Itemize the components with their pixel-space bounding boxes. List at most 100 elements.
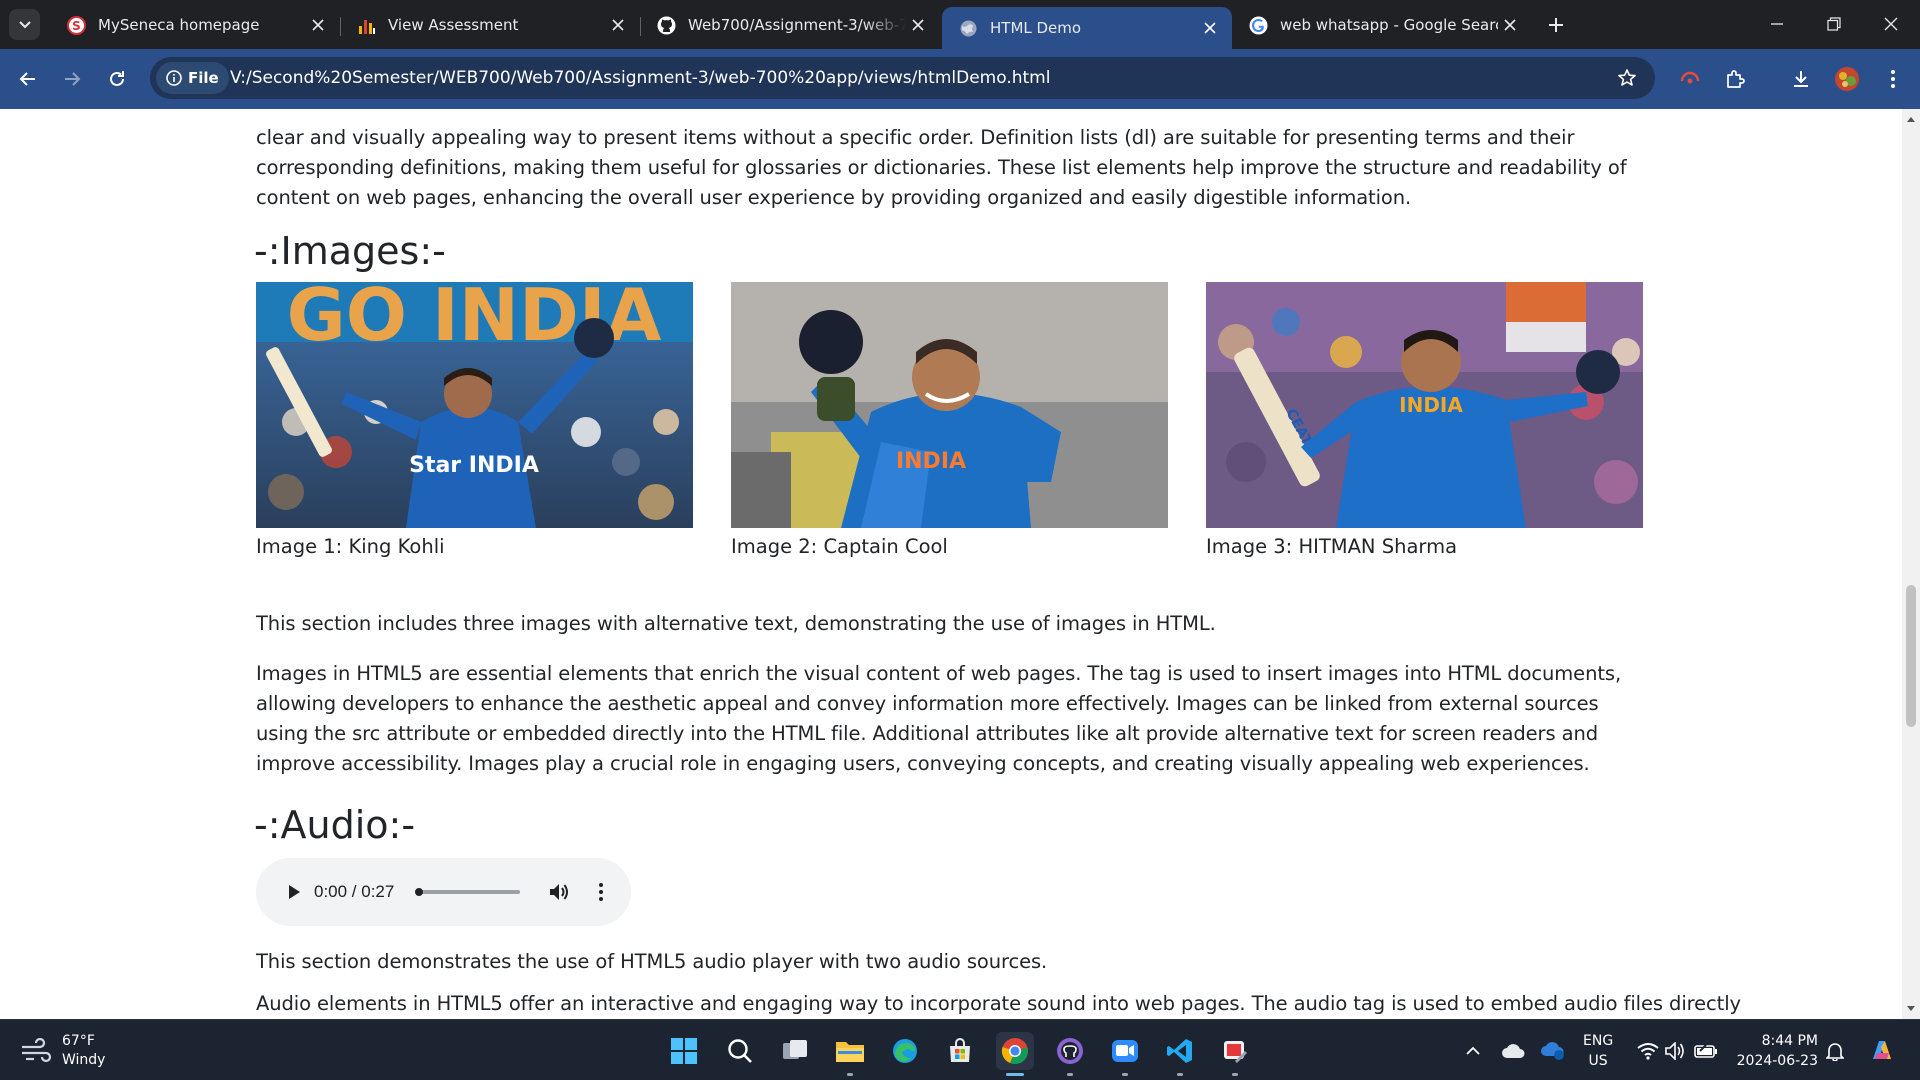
notifications-bell-icon[interactable]	[1822, 1038, 1848, 1064]
weather-temp: 67°F	[62, 1033, 95, 1049]
address-bar[interactable]: File V:/Second%20Semester/WEB700/Web700/…	[150, 57, 1655, 99]
edge-icon[interactable]	[886, 1032, 924, 1070]
chrome-icon[interactable]	[996, 1032, 1034, 1076]
input-language[interactable]: ENG US	[1583, 1031, 1613, 1071]
wifi-icon[interactable]	[1635, 1038, 1661, 1064]
lists-description-paragraph: clear and visually appealing way to pres…	[256, 109, 1646, 243]
images-intro-paragraph: This section includes three images with …	[256, 612, 1216, 635]
more-vertical-icon	[1891, 70, 1895, 88]
running-indicator	[1177, 1073, 1183, 1076]
file-explorer-icon[interactable]	[831, 1032, 869, 1076]
close-window-button[interactable]	[1877, 10, 1905, 38]
windows-taskbar: 67°F Windy ENG US 8:44 PM 2024-06-23	[0, 1019, 1920, 1080]
running-indicator	[1122, 1073, 1128, 1076]
zoom-icon[interactable]	[1106, 1032, 1144, 1076]
weather-widget[interactable]: 67°F Windy	[20, 1032, 105, 1070]
battery-icon[interactable]	[1693, 1038, 1719, 1064]
scroll-down-arrow-icon[interactable]	[1906, 1004, 1916, 1014]
seneca-icon: S	[67, 15, 86, 35]
audio-intro-paragraph: This section demonstrates the use of HTM…	[256, 950, 1048, 973]
audio-progress-slider[interactable]	[415, 888, 520, 896]
tab-github-assignment[interactable]: Web700/Assignment-3/web-700	[640, 8, 940, 42]
copilot-icon[interactable]	[1866, 1034, 1898, 1066]
scrollbar-thumb[interactable]	[1906, 585, 1916, 727]
onedrive-sync-icon[interactable]	[1540, 1038, 1566, 1064]
tab-search-button[interactable]	[9, 9, 40, 40]
jersey-text: Star INDIA	[409, 453, 539, 478]
audio-body-paragraph: Audio elements in HTML5 offer an interac…	[256, 992, 1741, 1015]
back-button[interactable]	[12, 63, 44, 95]
image-caption-3: Image 3: HITMAN Sharma	[1206, 535, 1458, 558]
image-figure-3: CEAT INDIA Image 3: HITMAN Sharma	[1206, 282, 1643, 562]
forward-button[interactable]	[56, 63, 88, 95]
audio-player[interactable]: 0:00 / 0:27	[256, 858, 631, 926]
tab-title: Web700/Assignment-3/web-700	[688, 16, 906, 34]
new-tab-button[interactable]	[1543, 12, 1568, 37]
bookmark-star-icon[interactable]	[1613, 64, 1641, 92]
tab-myseneca[interactable]: S MySeneca homepage	[50, 8, 340, 42]
audio-heading: -:Audio:-	[254, 803, 416, 847]
browser-toolbar: File V:/Second%20Semester/WEB700/Web700/…	[0, 49, 1920, 109]
image-figure-2: INDIA Image 2: Captain Cool	[731, 282, 1168, 562]
github-desktop-icon[interactable]	[1051, 1032, 1089, 1076]
windows-start-icon[interactable]	[665, 1032, 703, 1070]
audio-options-button[interactable]	[591, 879, 611, 905]
extensions-menu-button[interactable]	[1719, 63, 1751, 95]
minimize-button[interactable]	[1763, 10, 1791, 38]
url-text[interactable]: V:/Second%20Semester/WEB700/Web700/Assig…	[230, 57, 1050, 99]
image-caption-2: Image 2: Captain Cool	[731, 535, 948, 558]
tab-html-demo[interactable]: HTML Demo	[942, 7, 1232, 49]
vscode-icon[interactable]	[1161, 1032, 1199, 1076]
scroll-up-arrow-icon[interactable]	[1906, 114, 1916, 124]
images-heading: -:Images:-	[254, 229, 446, 273]
play-button[interactable]	[282, 880, 306, 904]
weather-condition: Windy	[62, 1052, 106, 1068]
system-clock[interactable]: 8:44 PM 2024-06-23	[1728, 1031, 1818, 1071]
snipping-tool-icon[interactable]	[1216, 1032, 1254, 1076]
close-tab-icon[interactable]	[1198, 16, 1222, 40]
clock-time: 8:44 PM	[1761, 1033, 1818, 1049]
profile-avatar[interactable]	[1831, 63, 1863, 95]
download-icon	[1794, 71, 1808, 87]
tab-view-assessment[interactable]: View Assessment	[340, 8, 640, 42]
chevron-down-icon	[18, 20, 31, 28]
extension-button[interactable]	[1674, 63, 1706, 95]
close-icon	[1884, 17, 1898, 31]
close-tab-icon[interactable]	[606, 13, 630, 37]
downloads-button[interactable]	[1785, 63, 1817, 95]
restore-icon	[1827, 17, 1841, 31]
task-view-icon[interactable]	[776, 1032, 814, 1070]
progress-knob[interactable]	[415, 888, 423, 896]
google-icon	[1249, 16, 1268, 35]
running-indicator	[1232, 1073, 1238, 1076]
reload-button[interactable]	[101, 63, 133, 95]
play-icon	[289, 885, 300, 899]
search-icon[interactable]	[721, 1032, 759, 1070]
close-tab-icon[interactable]	[906, 13, 930, 37]
store-icon[interactable]	[941, 1032, 979, 1070]
site-info-chip[interactable]: File	[156, 62, 229, 94]
audio-time: 0:00 / 0:27	[314, 882, 395, 901]
more-vertical-icon	[599, 883, 603, 901]
speaker-icon[interactable]	[1663, 1038, 1689, 1064]
page-viewport: clear and visually appealing way to pres…	[0, 109, 1902, 1019]
tab-google-search[interactable]: web whatsapp - Google Search	[1232, 8, 1532, 42]
page-scrollbar[interactable]	[1902, 109, 1920, 1019]
onedrive-cloud-icon[interactable]	[1500, 1038, 1526, 1064]
close-tab-icon[interactable]	[1498, 13, 1522, 37]
arrow-right-icon	[65, 72, 81, 86]
show-hidden-icons-chevron-up-icon[interactable]	[1460, 1038, 1486, 1064]
restore-button[interactable]	[1820, 10, 1848, 38]
screen: S MySeneca homepage View Assessment Web7…	[0, 0, 1920, 1080]
chrome-menu-button[interactable]	[1877, 63, 1909, 95]
volume-button[interactable]	[546, 879, 572, 905]
clock-date: 2024-06-23	[1736, 1053, 1818, 1069]
close-tab-icon[interactable]	[306, 13, 330, 37]
tab-strip: S MySeneca homepage View Assessment Web7…	[0, 0, 1920, 49]
tab-title: View Assessment	[388, 16, 519, 34]
bar-chart-icon	[357, 16, 376, 35]
puzzle-icon	[1727, 70, 1745, 88]
image-caption-1: Image 1: King Kohli	[256, 535, 445, 558]
avatar	[1835, 67, 1859, 91]
windy-weather-icon	[22, 1038, 52, 1063]
